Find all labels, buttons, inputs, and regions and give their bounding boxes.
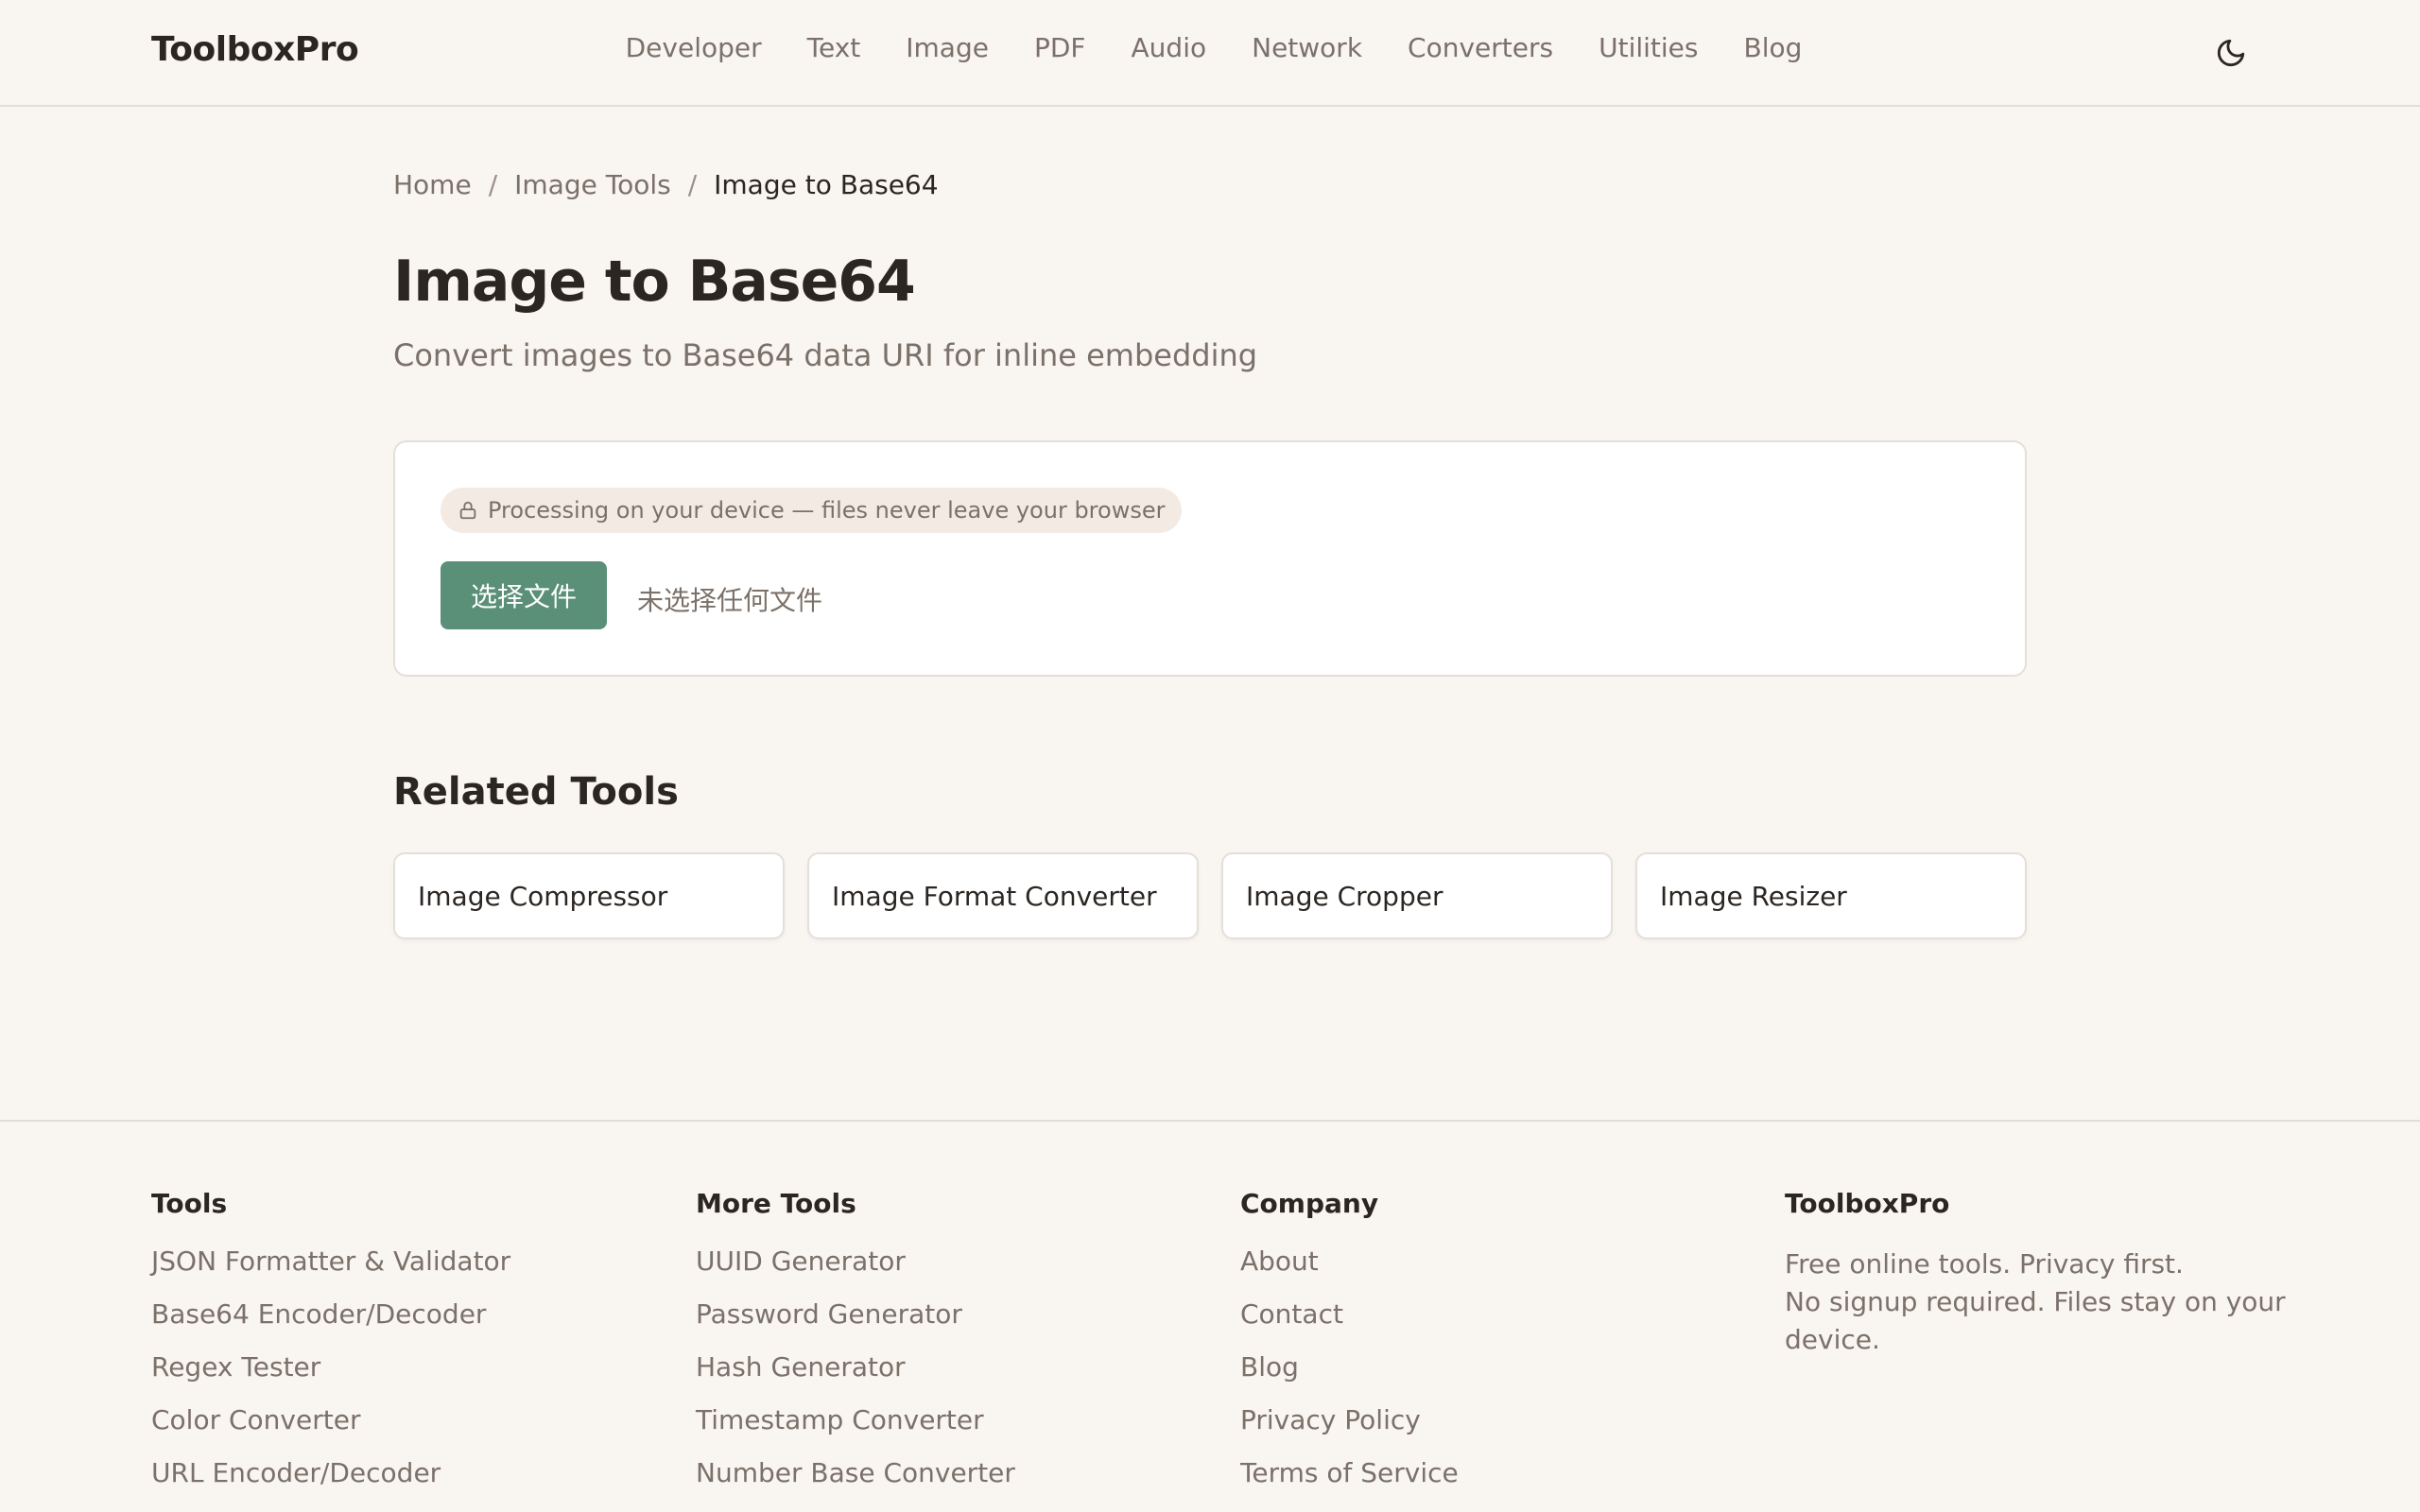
footer-heading: Company (1240, 1188, 1379, 1219)
tool-card: Processing on your device — files never … (393, 440, 2027, 677)
footer-brand: ToolboxPro Free online tools. Privacy fi… (1785, 1188, 2314, 1359)
breadcrumb-separator: / (488, 169, 498, 200)
lock-icon (459, 501, 476, 520)
footer-about-line2: No signup required. Files stay on your d… (1785, 1286, 2286, 1355)
footer-link[interactable]: Color Converter (151, 1404, 360, 1435)
footer-link[interactable]: Password Generator (696, 1298, 962, 1330)
breadcrumb-home[interactable]: Home (393, 169, 472, 200)
footer-link[interactable]: Base64 Encoder/Decoder (151, 1298, 486, 1330)
nav-blog[interactable]: Blog (1743, 32, 1802, 63)
nav-converters[interactable]: Converters (1408, 32, 1553, 63)
privacy-badge: Processing on your device — files never … (441, 488, 1183, 533)
page-subtitle: Convert images to Base64 data URI for in… (393, 337, 1258, 373)
nav-image[interactable]: Image (906, 32, 989, 63)
footer-company: Company About Contact Blog Privacy Polic… (1240, 1188, 1459, 1510)
footer-link-contact[interactable]: Contact (1240, 1298, 1343, 1330)
footer-link[interactable]: Regex Tester (151, 1351, 320, 1383)
moon-icon (2217, 39, 2245, 67)
choose-file-button[interactable]: 选择文件 (441, 561, 607, 629)
footer-heading: More Tools (696, 1188, 856, 1219)
theme-toggle-button[interactable] (2212, 34, 2250, 72)
breadcrumb-separator: / (687, 169, 698, 200)
site-header: ToolboxPro Developer Text Image PDF Audi… (0, 0, 2420, 107)
breadcrumb-image-tools[interactable]: Image Tools (514, 169, 671, 200)
main-nav: Developer Text Image PDF Audio Network C… (0, 32, 2420, 63)
nav-network[interactable]: Network (1252, 32, 1362, 63)
footer-heading: Tools (151, 1188, 228, 1219)
footer-tools: Tools JSON Formatter & Validator Base64 … (151, 1188, 510, 1510)
site-footer: Tools JSON Formatter & Validator Base64 … (0, 1120, 2420, 1512)
footer-link[interactable]: JSON Formatter & Validator (151, 1246, 510, 1277)
related-tool-image-resizer[interactable]: Image Resizer (1635, 852, 2027, 939)
related-tools-grid: Image Compressor Image Format Converter … (393, 852, 2027, 939)
footer-link-privacy[interactable]: Privacy Policy (1240, 1404, 1421, 1435)
nav-developer[interactable]: Developer (626, 32, 762, 63)
footer-heading: ToolboxPro (1785, 1188, 1950, 1219)
footer-about-line1: Free online tools. Privacy first. (1785, 1248, 2184, 1280)
footer-link[interactable]: Hash Generator (696, 1351, 906, 1383)
nav-pdf[interactable]: PDF (1034, 32, 1086, 63)
nav-audio[interactable]: Audio (1132, 32, 1207, 63)
footer-link[interactable]: UUID Generator (696, 1246, 906, 1277)
footer-link[interactable]: URL Encoder/Decoder (151, 1457, 441, 1488)
related-tool-image-compressor[interactable]: Image Compressor (393, 852, 785, 939)
footer-link[interactable]: Number Base Converter (696, 1457, 1015, 1488)
footer-link-about[interactable]: About (1240, 1246, 1319, 1277)
nav-utilities[interactable]: Utilities (1599, 32, 1698, 63)
related-tools-heading: Related Tools (393, 770, 679, 814)
related-tool-image-format-converter[interactable]: Image Format Converter (807, 852, 1199, 939)
footer-more-tools: More Tools UUID Generator Password Gener… (696, 1188, 1015, 1510)
related-tool-image-cropper[interactable]: Image Cropper (1221, 852, 1613, 939)
footer-link-blog[interactable]: Blog (1240, 1351, 1299, 1383)
footer-link[interactable]: Timestamp Converter (696, 1404, 984, 1435)
privacy-badge-text: Processing on your device — files never … (488, 497, 1166, 524)
footer-link-terms[interactable]: Terms of Service (1240, 1457, 1459, 1488)
breadcrumb: Home / Image Tools / Image to Base64 (393, 169, 939, 200)
file-status: 未选择任何文件 (637, 585, 823, 616)
nav-text[interactable]: Text (807, 32, 861, 63)
breadcrumb-current: Image to Base64 (714, 169, 939, 200)
page-title: Image to Base64 (393, 249, 916, 315)
